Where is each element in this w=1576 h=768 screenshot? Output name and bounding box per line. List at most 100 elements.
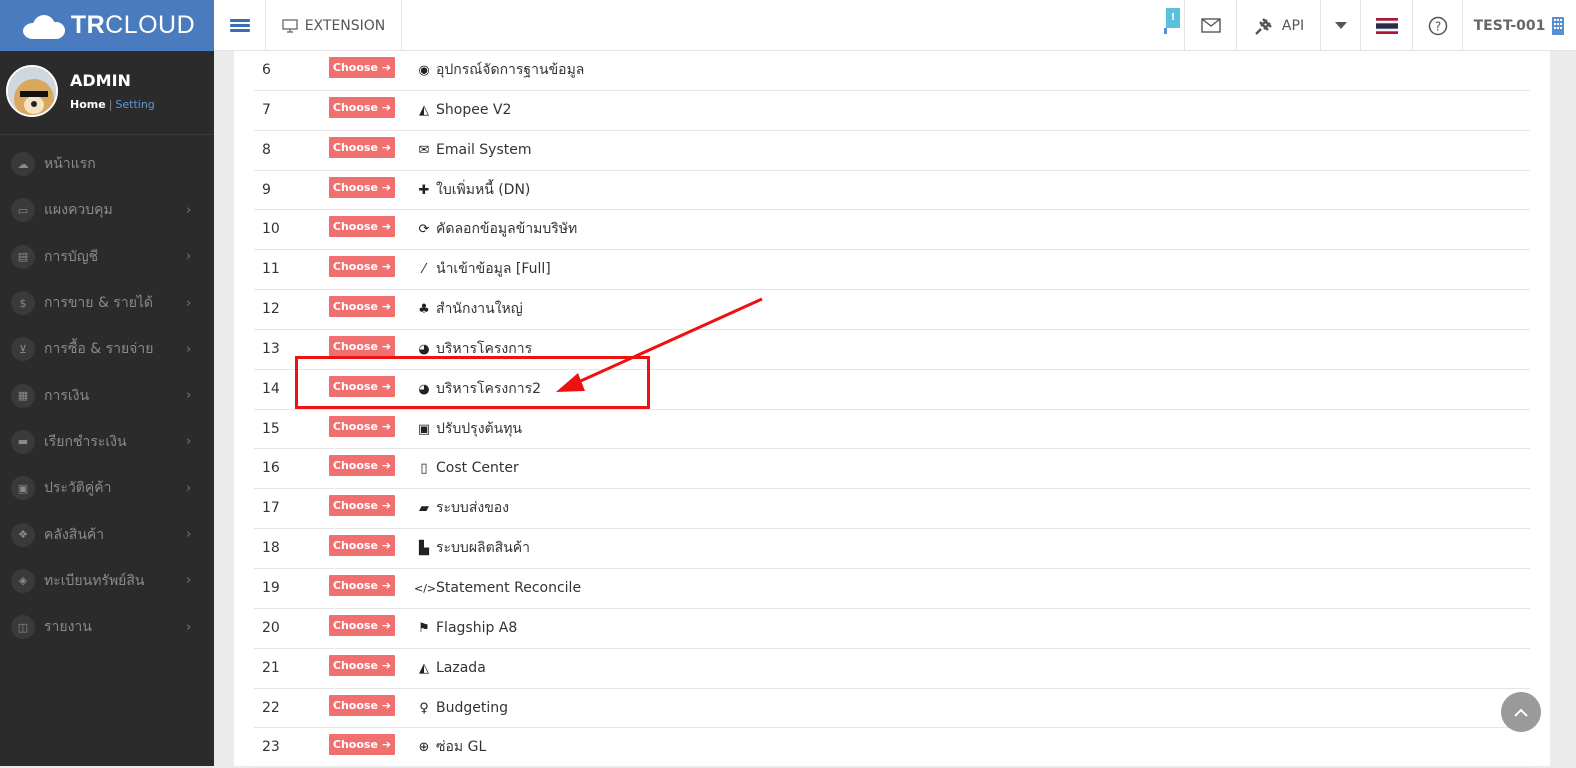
sidebar-item-8[interactable]: ❖ คลังสินค้า › xyxy=(0,511,214,557)
cart-icon: ⊻ xyxy=(11,337,35,362)
choose-label: Choose xyxy=(332,658,378,672)
code-icon: </> xyxy=(414,581,437,595)
choose-label: Choose xyxy=(332,499,378,513)
choose-button[interactable]: Choose ➔ xyxy=(329,216,395,238)
sidebar: ADMIN Home | Setting ☁ หน้าแรก ▭ แผงควบคุม › ▤ ก… xyxy=(0,51,214,766)
cloud-logo-icon xyxy=(19,13,65,39)
choose-button[interactable]: Choose ➔ xyxy=(329,495,395,517)
api-dropdown-toggle[interactable] xyxy=(1320,0,1360,51)
help-button[interactable]: ? xyxy=(1412,0,1462,51)
notification-badge: ! xyxy=(1166,8,1180,28)
sidebar-item-label: ประวัติคู่ค้า xyxy=(44,480,112,497)
table-row: 10 Choose ➔ ⟳ คัดลอกข้อมูลข้ามบริษัท xyxy=(254,210,1530,251)
extension-button[interactable]: EXTENSION xyxy=(266,0,402,51)
refresh-icon: ⟳ xyxy=(418,222,430,238)
thailand-flag-icon xyxy=(1375,17,1398,34)
sidebar-item-6[interactable]: ▬ เรียกชำระเงิน › xyxy=(0,419,214,465)
language-thai-flag[interactable] xyxy=(1360,0,1412,51)
extension-name: ใบเพิ่มหนี้ (DN) xyxy=(436,181,531,198)
extension-name: Email System xyxy=(436,141,532,158)
arrow-right-icon: ➔ xyxy=(381,698,392,712)
table-row: 17 Choose ➔ ▰ ระบบส่งของ xyxy=(254,489,1530,530)
mail-button[interactable] xyxy=(1184,0,1236,51)
chevron-right-icon: › xyxy=(186,619,192,635)
chevron-right-icon: › xyxy=(186,434,192,450)
sidebar-item-3[interactable]: $ การขาย & รายได้ › xyxy=(0,280,214,326)
choose-button[interactable]: Choose ➔ xyxy=(329,535,395,557)
api-button[interactable]: API xyxy=(1236,0,1320,51)
brand-logo[interactable]: TRCLOUD xyxy=(0,0,214,51)
choose-button[interactable]: Choose ➔ xyxy=(329,176,395,198)
sidebar-item-7[interactable]: ▣ ประวัติคู่ค้า › xyxy=(0,465,214,511)
notification-button[interactable]: ! xyxy=(1162,0,1184,51)
magic-wand-icon: ⁄ xyxy=(422,262,426,278)
diamond-icon: ◈ xyxy=(11,568,35,593)
chevron-right-icon: › xyxy=(186,573,192,589)
choose-button[interactable]: Choose ➔ xyxy=(329,654,395,676)
choose-button[interactable]: Choose ➔ xyxy=(329,734,395,756)
choose-label: Choose xyxy=(332,61,378,74)
row-number: 15 xyxy=(262,420,280,437)
choose-label: Choose xyxy=(332,459,378,473)
row-number: 10 xyxy=(262,221,280,238)
brand-name: TRCLOUD xyxy=(70,11,196,39)
table-row: 20 Choose ➔ ⚑ Flagship A8 xyxy=(254,609,1530,649)
row-number: 6 xyxy=(262,62,271,78)
report-icon: ◫ xyxy=(11,615,35,640)
sidebar-item-9[interactable]: ◈ ทะเบียนทรัพย์สิน › xyxy=(0,558,214,604)
svg-text:?: ? xyxy=(1434,19,1440,33)
row-number: 7 xyxy=(262,101,271,118)
table-row: 15 Choose ➔ ▣ ปรับปรุงต้นทุน xyxy=(254,410,1530,450)
sidebar-item-5[interactable]: ▦ การเงิน › xyxy=(0,372,214,418)
user-profile: ADMIN Home | Setting xyxy=(0,51,214,135)
bus-icon: ▣ xyxy=(417,421,431,437)
extension-name: Lazada xyxy=(436,659,486,676)
sidebar-item-1[interactable]: ▭ แผงควบคุม › xyxy=(0,187,214,233)
home-link[interactable]: Home xyxy=(70,98,106,111)
sidebar-item-4[interactable]: ⊻ การซื้อ & รายจ่าย › xyxy=(0,326,214,372)
api-label: API xyxy=(1281,17,1305,34)
extension-name: ซ่อม GL xyxy=(436,739,487,756)
scroll-to-top-button[interactable] xyxy=(1501,692,1541,732)
building-icon xyxy=(1552,16,1565,35)
choose-label: Choose xyxy=(332,539,378,553)
chevron-right-icon: › xyxy=(186,202,192,218)
row-number: 21 xyxy=(262,659,280,676)
caret-down-icon xyxy=(1334,22,1347,29)
annotation-highlight-box xyxy=(295,356,650,409)
row-number: 19 xyxy=(262,579,280,596)
menu-toggle-button[interactable] xyxy=(214,0,266,51)
row-number: 13 xyxy=(262,340,280,357)
sidebar-item-label: ทะเบียนทรัพย์สิน xyxy=(44,572,145,589)
sidebar-item-0[interactable]: ☁ หน้าแรก xyxy=(0,141,214,187)
choose-button[interactable]: Choose ➔ xyxy=(329,614,395,636)
arrow-right-icon: ➔ xyxy=(381,419,392,433)
table-row: 7 Choose ➔ ◭ Shopee V2 xyxy=(254,91,1530,131)
arrow-right-icon: ➔ xyxy=(381,300,392,314)
choose-button[interactable]: Choose ➔ xyxy=(329,574,395,596)
page-scrollbar[interactable] xyxy=(1550,51,1576,766)
choose-label: Choose xyxy=(332,419,378,433)
choose-button[interactable]: Choose ➔ xyxy=(329,694,395,716)
sidebar-item-2[interactable]: ▤ การบัญชี › xyxy=(0,234,214,280)
choose-button[interactable]: Choose ➔ xyxy=(329,335,395,357)
choose-button[interactable]: Choose ➔ xyxy=(329,256,395,278)
shopping-bag-icon: ◭ xyxy=(419,660,429,676)
arrow-right-icon: ➔ xyxy=(381,459,392,473)
choose-button[interactable]: Choose ➔ xyxy=(329,136,395,158)
setting-link[interactable]: Setting xyxy=(115,98,154,111)
choose-button[interactable]: Choose ➔ xyxy=(329,415,395,437)
choose-label: Choose xyxy=(332,738,378,752)
contact-icon: ▣ xyxy=(11,476,35,501)
choose-button[interactable]: Choose ➔ xyxy=(329,455,395,477)
table-row: 11 Choose ➔ ⁄ นำเข้าข้อมูล [Full] xyxy=(254,250,1530,291)
choose-button[interactable]: Choose ➔ xyxy=(329,57,395,78)
sidebar-item-label: การขาย & รายได้ xyxy=(44,295,154,312)
dollar-icon: $ xyxy=(11,291,35,316)
choose-button[interactable]: Choose ➔ xyxy=(329,296,395,318)
company-selector[interactable]: TEST-001 xyxy=(1462,0,1576,51)
extension-name: Statement Reconcile xyxy=(436,579,582,596)
sidebar-item-10[interactable]: ◫ รายงาน › xyxy=(0,604,214,650)
choose-button[interactable]: Choose ➔ xyxy=(329,96,395,118)
avatar[interactable] xyxy=(6,65,58,117)
